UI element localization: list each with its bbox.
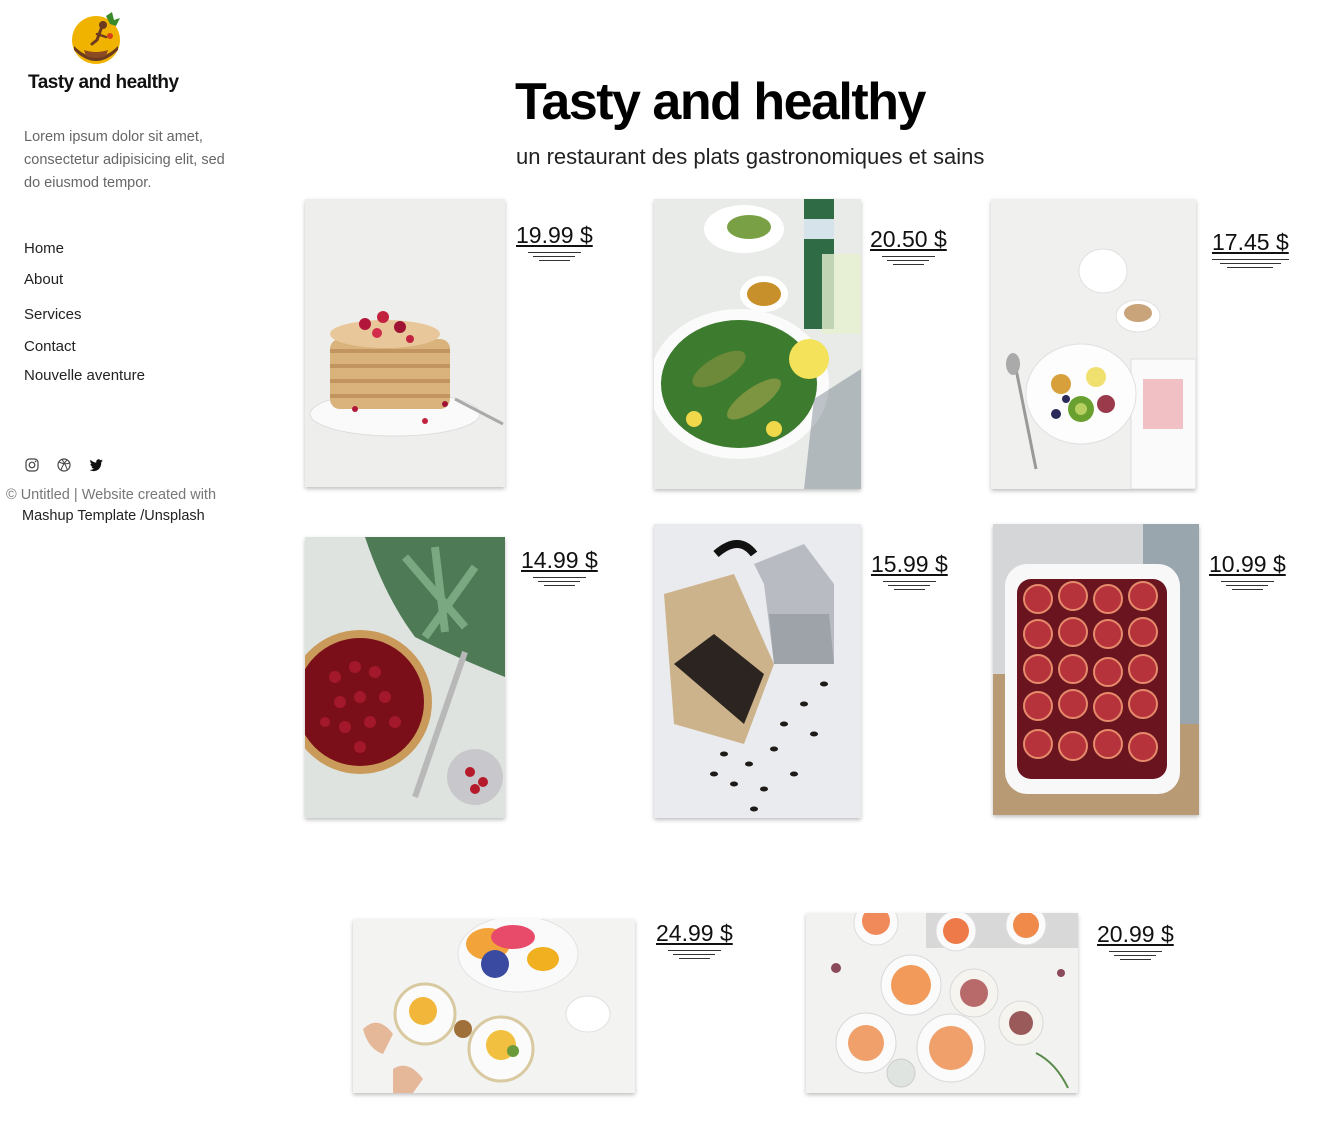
nav-item-services[interactable]: Services [24, 306, 82, 323]
dribbble-icon[interactable] [56, 457, 72, 473]
price-value: 20.50 $ [870, 226, 947, 252]
price-label: 20.50 $ [870, 226, 947, 265]
price-label: 14.99 $ [521, 547, 598, 586]
price-value: 17.45 $ [1212, 229, 1289, 255]
berry-tart-photo[interactable] [305, 537, 505, 818]
intro-text: Lorem ipsum dolor sit amet, consectetur … [24, 129, 225, 191]
page-subtitle: un restaurant des plats gastronomiques e… [516, 144, 985, 169]
page-title: Tasty and healthy [515, 73, 926, 131]
baked-plums-photo[interactable] [993, 524, 1199, 815]
coffee-beans-photo[interactable] [654, 524, 861, 818]
price-value: 10.99 $ [1209, 551, 1286, 577]
price-value: 20.99 $ [1097, 921, 1174, 947]
price-value: 15.99 $ [871, 551, 948, 577]
nav-item-nouvelle-aventure[interactable]: Nouvelle aventure [24, 367, 145, 384]
price-value: 19.99 $ [516, 222, 593, 248]
price-label: 15.99 $ [871, 551, 948, 590]
copyright-text: © Untitled | Website created with [6, 487, 217, 503]
fruit-yogurt-bowl-photo[interactable] [991, 199, 1196, 489]
price-value: 14.99 $ [521, 547, 598, 573]
instagram-icon[interactable] [24, 457, 40, 473]
price-value: 24.99 $ [656, 920, 733, 946]
social-links [24, 457, 104, 473]
nav-item-contact[interactable]: Contact [24, 338, 76, 355]
brunch-table-photo[interactable] [353, 919, 635, 1093]
brand-name[interactable]: Tasty and healthy [28, 72, 179, 94]
nav-item-about[interactable]: About [24, 271, 63, 288]
price-label: 24.99 $ [656, 920, 733, 959]
price-label: 10.99 $ [1209, 551, 1286, 590]
logo-icon[interactable] [70, 10, 126, 66]
price-label: 17.45 $ [1212, 229, 1289, 268]
twitter-icon[interactable] [88, 457, 104, 473]
price-label: 20.99 $ [1097, 921, 1174, 960]
credits-link[interactable]: Mashup Template /Unsplash [22, 508, 205, 524]
price-label: 19.99 $ [516, 222, 593, 261]
salad-bowl-photo[interactable] [654, 199, 861, 489]
grapefruit-dishes-photo[interactable] [806, 913, 1078, 1093]
nav-item-home[interactable]: Home [24, 240, 64, 257]
pancakes-photo[interactable] [305, 199, 505, 487]
